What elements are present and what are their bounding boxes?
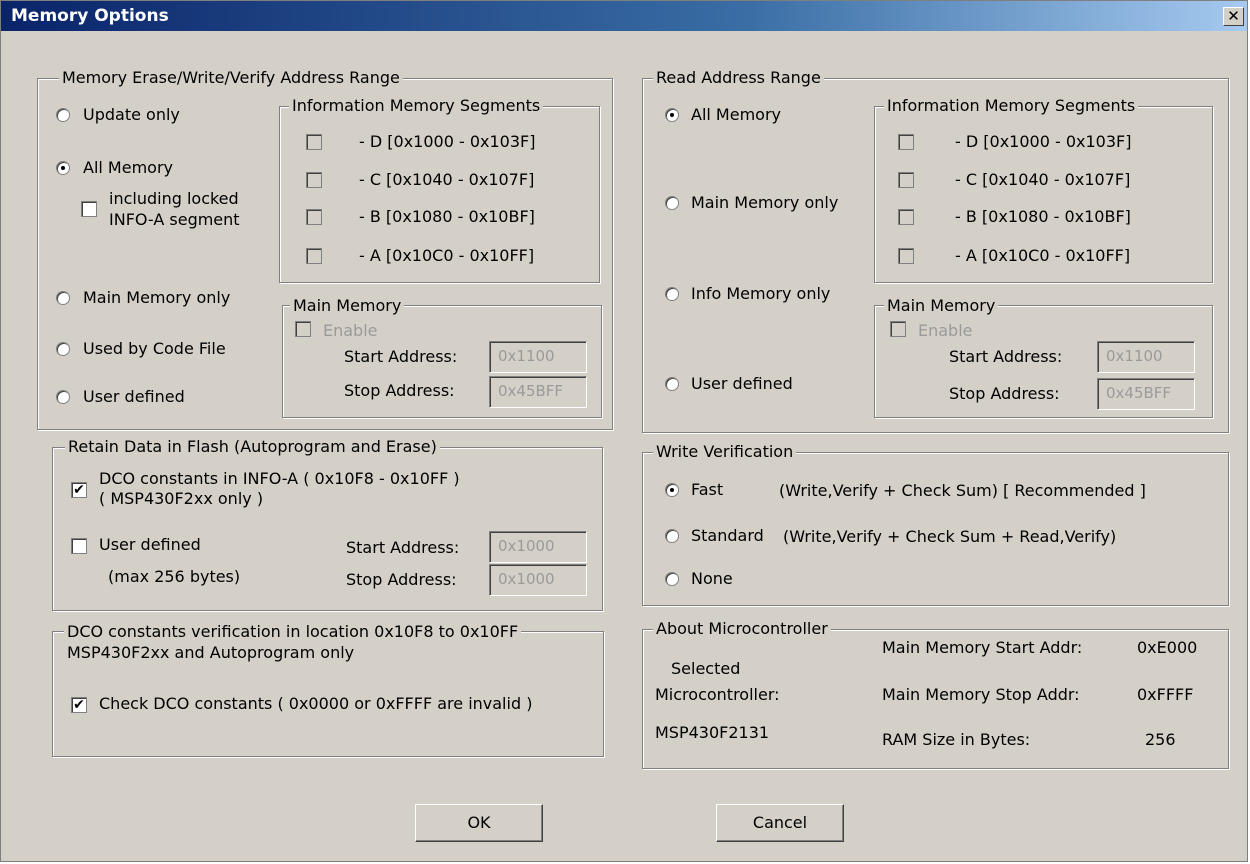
dco-constants-label-1[interactable]: DCO constants in INFO-A ( 0x10F8 - 0x10F… [99, 469, 460, 488]
verify-fast-label[interactable]: Fast [691, 480, 723, 499]
memory-options-dialog: Memory Options ✕ Memory Erase/Write/Veri… [0, 0, 1248, 862]
erase-seg-d-checkbox[interactable] [306, 134, 322, 150]
read-all-memory-label[interactable]: All Memory [691, 105, 781, 124]
retain-stop-address-label: Stop Address: [346, 570, 457, 589]
dco-verify-legend: DCO constants verification in location 0… [64, 622, 522, 641]
erase-main-enable-label: Enable [323, 321, 378, 340]
read-seg-b-checkbox[interactable] [898, 209, 914, 225]
check-icon: ✔ [73, 482, 85, 498]
erase-start-address-input[interactable]: 0x1100 [489, 341, 587, 373]
main-stop-addr-value: 0xFFFF [1137, 685, 1194, 704]
erase-update-only-label[interactable]: Update only [83, 105, 180, 124]
about-microcontroller-legend: About Microcontroller [653, 619, 831, 638]
dco-verify-subtitle: MSP430F2xx and Autoprogram only [67, 643, 355, 662]
verify-standard-radio[interactable] [665, 529, 679, 543]
read-main-enable-label: Enable [918, 321, 973, 340]
read-start-address-label: Start Address: [949, 347, 1063, 366]
dco-constants-label-2: ( MSP430F2xx only ) [99, 489, 264, 508]
locked-info-a-label-2[interactable]: INFO-A segment [109, 210, 240, 229]
verify-none-label[interactable]: None [691, 569, 733, 588]
check-dco-label[interactable]: Check DCO constants ( 0x0000 or 0xFFFF a… [99, 694, 532, 713]
read-range-legend: Read Address Range [653, 68, 824, 87]
erase-stop-address-label: Stop Address: [344, 381, 455, 400]
erase-seg-a-checkbox[interactable] [306, 248, 322, 264]
erase-main-memory-legend: Main Memory [290, 296, 405, 315]
read-seg-a-checkbox[interactable] [898, 248, 914, 264]
erase-main-enable-checkbox[interactable] [295, 321, 311, 337]
verify-none-radio[interactable] [665, 572, 679, 586]
title-bar[interactable]: Memory Options ✕ [1, 1, 1247, 31]
erase-user-defined-label[interactable]: User defined [83, 387, 185, 406]
erase-start-address-label: Start Address: [344, 347, 458, 366]
main-start-addr-value: 0xE000 [1137, 638, 1198, 657]
verify-standard-label[interactable]: Standard [691, 526, 764, 545]
selected-label-2: Microcontroller: [655, 685, 780, 704]
retain-max-bytes-label: (max 256 bytes) [108, 567, 241, 586]
read-info-segments-legend: Information Memory Segments [884, 96, 1139, 115]
read-stop-address-label: Stop Address: [949, 384, 1060, 403]
read-main-memory-legend: Main Memory [884, 296, 999, 315]
erase-all-memory-label[interactable]: All Memory [83, 158, 173, 177]
cancel-button[interactable]: Cancel [716, 804, 844, 842]
read-all-memory-radio[interactable] [665, 108, 679, 122]
locked-info-a-label-1[interactable]: including locked [109, 189, 239, 208]
read-seg-b-label: - B [0x1080 - 0x10BF] [955, 207, 1131, 226]
read-start-address-input[interactable]: 0x1100 [1097, 341, 1195, 373]
dco-constants-checkbox[interactable]: ✔ [71, 482, 87, 498]
erase-main-only-radio[interactable] [56, 291, 70, 305]
read-user-defined-label[interactable]: User defined [691, 374, 793, 393]
read-seg-d-label: - D [0x1000 - 0x103F] [955, 132, 1132, 151]
verify-fast-radio[interactable] [665, 483, 679, 497]
retain-data-legend: Retain Data in Flash (Autoprogram and Er… [65, 437, 440, 456]
read-user-defined-radio[interactable] [665, 377, 679, 391]
retain-start-address-input[interactable]: 0x1000 [489, 531, 587, 563]
erase-stop-address-input[interactable]: 0x45BFF [489, 376, 587, 408]
ram-size-label: RAM Size in Bytes: [882, 730, 1031, 749]
main-start-addr-label: Main Memory Start Addr: [882, 638, 1083, 657]
read-seg-c-label: - C [0x1040 - 0x107F] [955, 170, 1131, 189]
erase-seg-c-label: - C [0x1040 - 0x107F] [359, 170, 535, 189]
read-seg-c-checkbox[interactable] [898, 172, 914, 188]
ok-button[interactable]: OK [415, 804, 543, 842]
erase-seg-a-label: - A [0x10C0 - 0x10FF] [359, 246, 535, 265]
read-main-enable-checkbox[interactable] [890, 321, 906, 337]
close-button[interactable]: ✕ [1223, 7, 1244, 26]
erase-used-by-code-radio[interactable] [56, 342, 70, 356]
write-verification-legend: Write Verification [653, 442, 797, 461]
check-icon: ✔ [73, 697, 85, 713]
retain-user-defined-label[interactable]: User defined [99, 535, 201, 554]
retain-start-address-label: Start Address: [346, 538, 460, 557]
verify-fast-description: (Write,Verify + Check Sum) [ Recommended… [779, 481, 1146, 500]
read-main-only-label[interactable]: Main Memory only [691, 193, 838, 212]
erase-used-by-code-label[interactable]: Used by Code File [83, 339, 226, 358]
erase-all-memory-radio[interactable] [56, 161, 70, 175]
erase-seg-c-checkbox[interactable] [306, 172, 322, 188]
read-info-only-label[interactable]: Info Memory only [691, 284, 830, 303]
erase-info-segments-legend: Information Memory Segments [289, 96, 544, 115]
main-stop-addr-label: Main Memory Stop Addr: [882, 685, 1080, 704]
erase-range-legend: Memory Erase/Write/Verify Address Range [59, 68, 403, 87]
read-info-only-radio[interactable] [665, 287, 679, 301]
erase-seg-b-label: - B [0x1080 - 0x10BF] [359, 207, 535, 226]
verify-standard-description: (Write,Verify + Check Sum + Read,Verify) [783, 527, 1117, 546]
close-icon: ✕ [1227, 7, 1240, 25]
read-main-only-radio[interactable] [665, 196, 679, 210]
device-name: MSP430F2131 [655, 723, 770, 742]
erase-update-only-radio[interactable] [56, 108, 70, 122]
selected-label-1: Selected [671, 659, 741, 678]
retain-user-defined-checkbox[interactable] [71, 538, 87, 554]
erase-seg-b-checkbox[interactable] [306, 209, 322, 225]
erase-user-defined-radio[interactable] [56, 390, 70, 404]
erase-main-only-label[interactable]: Main Memory only [83, 288, 230, 307]
ram-size-value: 256 [1145, 730, 1176, 749]
read-seg-a-label: - A [0x10C0 - 0x10FF] [955, 246, 1131, 265]
erase-seg-d-label: - D [0x1000 - 0x103F] [359, 132, 536, 151]
retain-stop-address-input[interactable]: 0x1000 [489, 564, 587, 596]
check-dco-checkbox[interactable]: ✔ [71, 697, 87, 713]
locked-info-a-checkbox[interactable] [81, 201, 97, 217]
read-stop-address-input[interactable]: 0x45BFF [1097, 378, 1195, 410]
window-title: Memory Options [11, 6, 169, 26]
read-seg-d-checkbox[interactable] [898, 134, 914, 150]
